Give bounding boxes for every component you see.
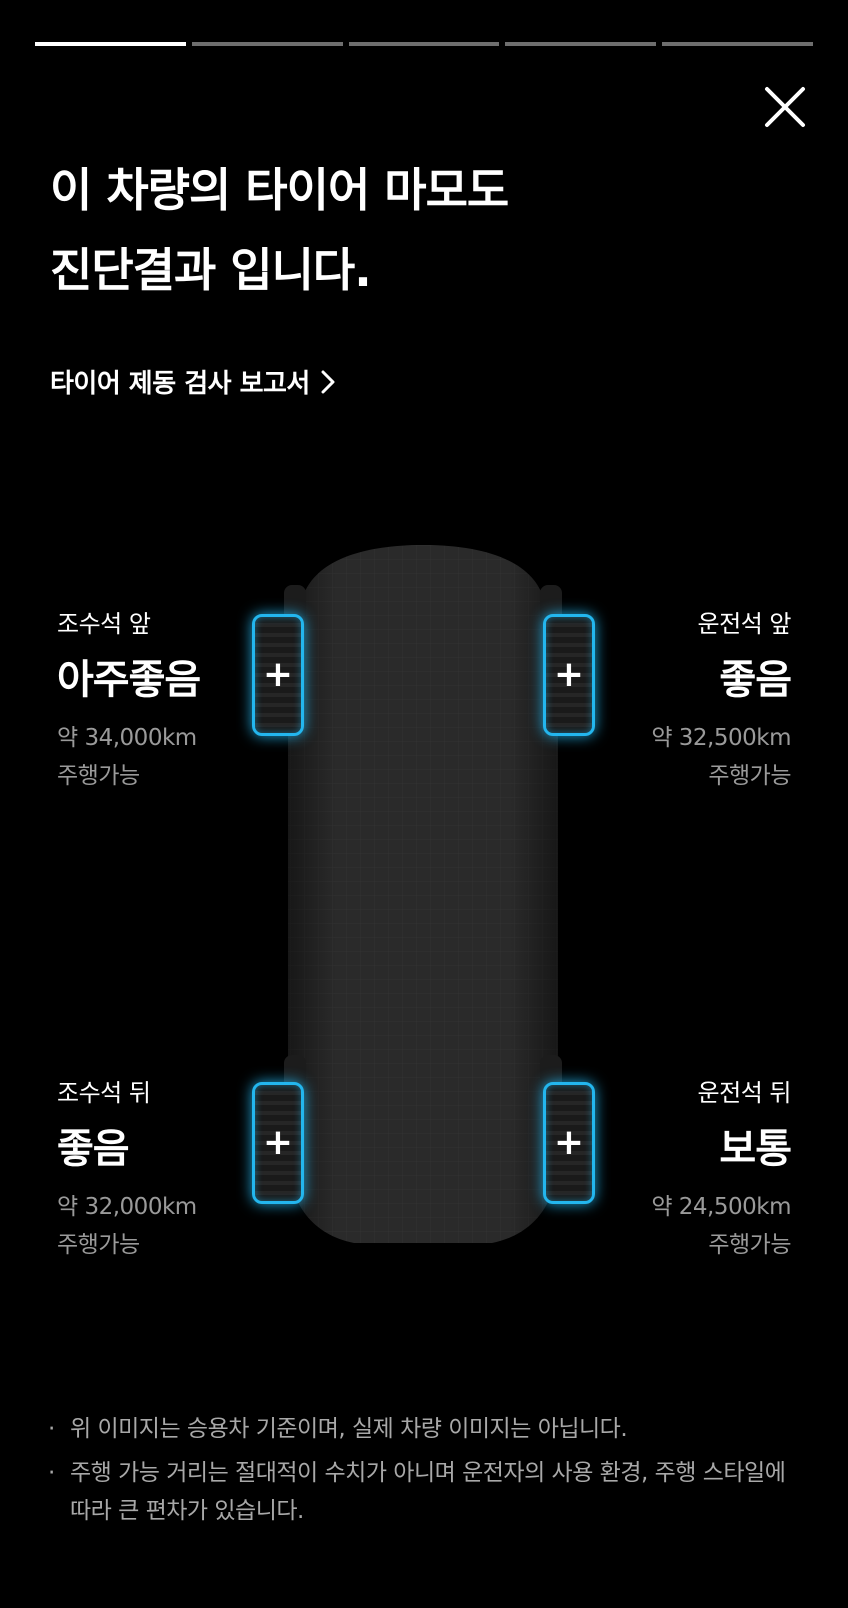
tire-distance: 약 32,500km <box>651 725 791 751</box>
tire-distance-suffix: 주행가능 <box>708 763 791 789</box>
tire-status: 좋음 <box>57 1126 130 1172</box>
disclaimer-notes: · 위 이미지는 승용차 기준이며, 실제 차량 이미지는 아닙니다. · 주행… <box>48 1410 808 1536</box>
disclaimer-note-text: 위 이미지는 승용차 기준이며, 실제 차량 이미지는 아닙니다. <box>70 1416 628 1442</box>
page-title-line1: 이 차량의 타이어 마모도 <box>50 163 509 217</box>
close-icon <box>765 87 805 127</box>
page-title: 이 차량의 타이어 마모도 진단결과 입니다. <box>50 150 509 310</box>
tire-distance-suffix: 주행가능 <box>57 1232 140 1258</box>
tire-position-label: 운전석 뒤 <box>697 1079 792 1107</box>
tire-info-rear-right: 운전석 뒤 보통 약 24,500km 주행가능 <box>551 1073 792 1264</box>
tire-position-label: 운전석 앞 <box>697 610 792 638</box>
progress-segment-5 <box>662 42 813 46</box>
bullet-icon: · <box>48 1416 55 1442</box>
tire-status: 좋음 <box>719 657 792 703</box>
tire-position-label: 조수석 앞 <box>57 610 151 638</box>
tire-status: 아주좋음 <box>57 657 201 703</box>
tire-distance: 약 34,000km <box>57 725 197 751</box>
progress-segment-4 <box>505 42 657 46</box>
disclaimer-note: · 위 이미지는 승용차 기준이며, 실제 차량 이미지는 아닙니다. <box>48 1410 808 1448</box>
story-progress-bar <box>35 42 813 47</box>
report-link-label: 타이어 제동 검사 보고서 <box>50 369 310 399</box>
tire-distance-suffix: 주행가능 <box>708 1232 791 1258</box>
progress-segment-2 <box>191 42 343 46</box>
tire-info-front-right: 운전석 앞 좋음 약 32,500km 주행가능 <box>551 604 792 795</box>
tire-status: 보통 <box>719 1126 792 1172</box>
tire-distance-suffix: 주행가능 <box>57 763 140 789</box>
tire-brake-report-link[interactable]: 타이어 제동 검사 보고서 <box>50 363 336 400</box>
tire-position-label: 조수석 뒤 <box>57 1079 151 1107</box>
tire-distance: 약 32,000km <box>57 1194 197 1220</box>
car-top-view-image <box>284 545 562 1243</box>
disclaimer-note: · 주행 가능 거리는 절대적이 수치가 아니며 운전자의 사용 환경, 주행 … <box>48 1454 808 1530</box>
page-title-line2: 진단결과 입니다. <box>50 243 372 297</box>
tire-info-front-left: 조수석 앞 아주좋음 약 34,000km 주행가능 <box>57 604 297 795</box>
close-button[interactable] <box>760 82 810 132</box>
chevron-right-icon <box>321 370 335 393</box>
bullet-icon: · <box>48 1460 55 1486</box>
progress-segment-3 <box>348 42 500 46</box>
progress-segment-1 <box>35 42 186 46</box>
disclaimer-note-text: 주행 가능 거리는 절대적이 수치가 아니며 운전자의 사용 환경, 주행 스타… <box>70 1460 786 1524</box>
tire-info-rear-left: 조수석 뒤 좋음 약 32,000km 주행가능 <box>57 1073 297 1264</box>
tire-distance: 약 24,500km <box>651 1194 791 1220</box>
